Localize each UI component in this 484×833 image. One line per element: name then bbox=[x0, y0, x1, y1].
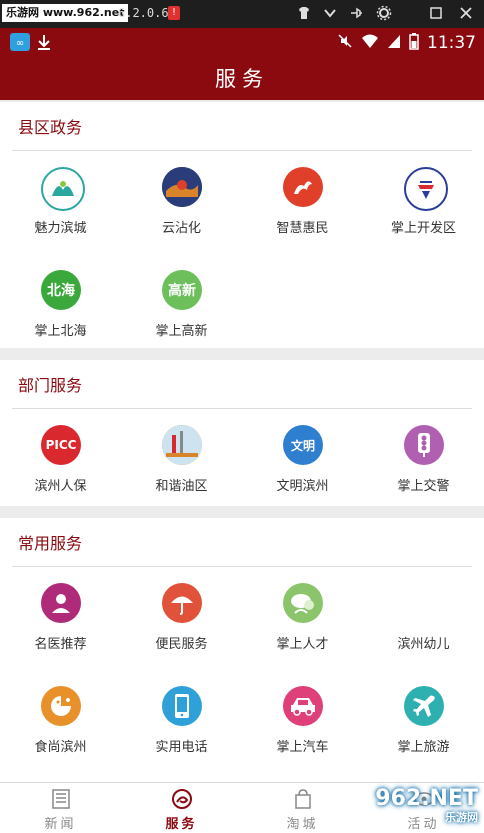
traffic-light-icon bbox=[404, 425, 444, 465]
service-wenming[interactable]: 文明 文明滨州 bbox=[242, 409, 363, 512]
battery-icon bbox=[409, 32, 419, 54]
service-hexie-youqu[interactable]: 和谐油区 bbox=[121, 409, 242, 512]
umbrella-icon bbox=[162, 583, 202, 623]
car-icon bbox=[283, 686, 323, 726]
service-lvyou[interactable]: 掌上旅游 bbox=[363, 670, 484, 773]
site-watermark: 962.NET 乐游网 bbox=[375, 786, 478, 824]
page-title: 服务 bbox=[0, 58, 484, 100]
svg-text:∞: ∞ bbox=[16, 38, 24, 49]
shirt-icon[interactable] bbox=[296, 5, 312, 21]
food-icon bbox=[41, 686, 81, 726]
tab-news[interactable]: 新闻 bbox=[0, 783, 121, 833]
service-beihai[interactable]: 北海 掌上北海 bbox=[0, 254, 121, 357]
section-department-services: 部门服务 PICC 滨州人保 和谐油区 文明 文明滨州 掌上交警 bbox=[0, 360, 484, 506]
wifi-icon bbox=[361, 33, 379, 53]
service-dianhua[interactable]: 实用电话 bbox=[121, 670, 242, 773]
emulator-title-bar: 乐游网 www.962.net 6.2.0.6 ! bbox=[0, 0, 484, 28]
service-meili-bincheng[interactable]: 魅力滨城 bbox=[0, 151, 121, 254]
status-bar: ∞ 11:37 bbox=[0, 28, 484, 58]
service-picc[interactable]: PICC 滨州人保 bbox=[0, 409, 121, 512]
section-title: 县区政务 bbox=[18, 118, 83, 137]
service-qiche[interactable]: 掌上汽车 bbox=[242, 670, 363, 773]
service-youer[interactable]: 滨州幼儿 bbox=[363, 567, 484, 670]
service-kaifaqu[interactable]: 掌上开发区 bbox=[363, 151, 484, 254]
service-gaoxin[interactable]: 高新 掌上高新 bbox=[121, 254, 242, 357]
photo-icon bbox=[162, 425, 202, 465]
text-icon: PICC bbox=[41, 425, 81, 465]
chevron-down-icon[interactable] bbox=[322, 5, 338, 21]
services-content[interactable]: 县区政务 魅力滨城 云沾化 智慧惠民 掌上开发区 北海 掌上北海 高新 掌上高新… bbox=[0, 100, 484, 782]
plane-icon bbox=[404, 686, 444, 726]
download-icon bbox=[36, 33, 52, 55]
service-zhihui-huimin[interactable]: 智慧惠民 bbox=[242, 151, 363, 254]
tab-service[interactable]: 服务 bbox=[121, 783, 242, 833]
tab-taocheng[interactable]: 淘城 bbox=[242, 783, 363, 833]
section-county-affairs: 县区政务 魅力滨城 云沾化 智慧惠民 掌上开发区 北海 掌上北海 高新 掌上高新 bbox=[0, 102, 484, 348]
pin-icon[interactable] bbox=[348, 5, 364, 21]
phone-icon bbox=[162, 686, 202, 726]
section-title: 部门服务 bbox=[18, 376, 83, 395]
section-title: 常用服务 bbox=[18, 534, 83, 553]
photo-icon bbox=[162, 167, 202, 207]
news-icon bbox=[52, 789, 70, 809]
service-jiaojing[interactable]: 掌上交警 bbox=[363, 409, 484, 512]
text-icon: 北海 bbox=[41, 270, 81, 310]
people-icon bbox=[283, 583, 323, 623]
service-shishang[interactable]: 食尚滨州 bbox=[0, 670, 121, 773]
clock: 11:37 bbox=[427, 33, 476, 53]
gear-icon[interactable] bbox=[376, 5, 392, 21]
text-icon: 高新 bbox=[162, 270, 202, 310]
emulator-version: 6.2.0.6 bbox=[118, 6, 169, 20]
app-icon: ∞ bbox=[10, 33, 30, 55]
service-yun-zhanhua[interactable]: 云沾化 bbox=[121, 151, 242, 254]
maximize-icon[interactable] bbox=[428, 5, 444, 21]
mountain-icon bbox=[41, 167, 85, 211]
site-badge: 乐游网 www.962.net bbox=[2, 4, 129, 22]
service-mingyi[interactable]: 名医推荐 bbox=[0, 567, 121, 670]
text-icon: 文明 bbox=[283, 425, 323, 465]
emblem-icon bbox=[404, 167, 448, 211]
blank-icon bbox=[404, 583, 444, 623]
mute-icon bbox=[337, 33, 353, 53]
section-common-services: 常用服务 名医推荐 便民服务 掌上人才 滨州幼儿 食尚滨州 实用电话 掌上汽车 … bbox=[0, 518, 484, 782]
doctor-icon bbox=[41, 583, 81, 623]
service-bianmin[interactable]: 便民服务 bbox=[121, 567, 242, 670]
bag-icon bbox=[295, 789, 311, 809]
service-rencai[interactable]: 掌上人才 bbox=[242, 567, 363, 670]
flame-icon bbox=[283, 167, 323, 207]
signal-icon bbox=[387, 33, 401, 53]
alert-icon[interactable]: ! bbox=[168, 6, 180, 20]
service-icon bbox=[172, 789, 192, 809]
close-icon[interactable] bbox=[458, 5, 474, 21]
